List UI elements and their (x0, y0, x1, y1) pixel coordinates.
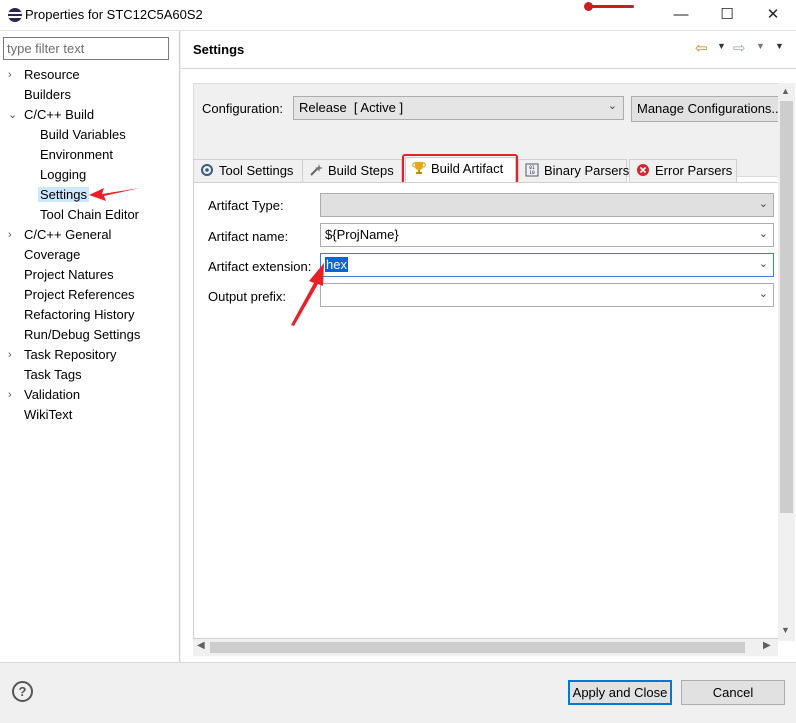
filter-input[interactable] (3, 37, 169, 60)
eclipse-icon (8, 8, 22, 22)
vertical-scrollbar[interactable]: ▲ ▼ (778, 83, 795, 641)
artifact-name-label: Artifact name: (208, 229, 289, 244)
build-artifact-panel: Artifact Type: ⌄ Artifact name: ${ProjNa… (193, 182, 779, 639)
apply-and-close-button[interactable]: Apply and Close (568, 680, 672, 705)
binary-icon: 01 10 (525, 163, 539, 177)
forward-dropdown-icon[interactable]: ▼ (756, 41, 765, 51)
minimize-button[interactable]: — (658, 0, 704, 30)
scroll-down-icon[interactable]: ▼ (781, 625, 790, 635)
tree-item-run-debug-settings[interactable]: Run/Debug Settings (24, 326, 140, 344)
chevron-right-icon[interactable]: › (8, 66, 18, 84)
chevron-down-icon: ⌄ (607, 100, 617, 112)
chevron-down-icon[interactable]: ⌄ (8, 106, 18, 124)
scroll-up-icon[interactable]: ▲ (781, 86, 790, 96)
artifact-type-label: Artifact Type: (208, 198, 284, 213)
title-bar: Properties for STC12C5A60S2 — ☐ ✕ (0, 0, 796, 31)
annotation-arrow-icon (89, 188, 140, 201)
forward-arrow-icon[interactable]: ⇨ (733, 39, 746, 57)
property-tree-pane: › Resource Builders ⌄ C/C++ Build Build … (0, 31, 180, 662)
output-prefix-label: Output prefix: (208, 289, 287, 304)
tree-item-project-natures[interactable]: Project Natures (24, 266, 114, 284)
tab-build-steps[interactable]: Build Steps (302, 159, 402, 182)
settings-pane: Settings ⇦ ▼ ⇨ ▼ ▼ Configuration: Releas… (181, 31, 796, 662)
tree-item-builders[interactable]: Builders (24, 86, 71, 104)
tab-tool-settings[interactable]: Tool Settings (193, 159, 303, 182)
back-dropdown-icon[interactable]: ▼ (717, 41, 726, 51)
artifact-name-field[interactable]: ${ProjName} ⌄ (320, 223, 774, 247)
scroll-left-icon[interactable]: ◀ (197, 640, 205, 651)
scrollbar-thumb[interactable] (210, 642, 745, 653)
scrollbar-thumb[interactable] (780, 101, 793, 513)
chevron-down-icon: ⌄ (758, 288, 768, 300)
view-menu-icon[interactable]: ▼ (775, 41, 784, 51)
cancel-button[interactable]: Cancel (681, 680, 785, 705)
configuration-value: Release [ Active ] (299, 100, 404, 115)
chevron-down-icon: ⌄ (758, 258, 768, 270)
window-title: Properties for STC12C5A60S2 (25, 7, 203, 22)
artifact-extension-field[interactable]: hex ⌄ (320, 253, 774, 277)
chevron-right-icon[interactable]: › (8, 386, 18, 404)
configuration-select[interactable]: Release [ Active ] ⌄ (293, 96, 624, 120)
svg-text:10: 10 (529, 170, 535, 176)
tree-item-project-references[interactable]: Project References (24, 286, 135, 304)
header-divider (181, 68, 796, 69)
gear-icon (201, 164, 213, 176)
configuration-label: Configuration: (202, 101, 283, 116)
tree-item-coverage[interactable]: Coverage (24, 246, 80, 264)
thermometer-icon (584, 2, 634, 12)
maximize-button[interactable]: ☐ (704, 0, 750, 30)
error-icon (637, 164, 649, 176)
dialog-button-bar: ? Apply and Close Cancel (0, 662, 796, 723)
tab-binary-parsers[interactable]: 01 10 Binary Parsers (518, 159, 629, 182)
tree-item-tool-chain-editor[interactable]: Tool Chain Editor (40, 206, 139, 224)
wand-icon (310, 164, 323, 176)
tree-item-logging[interactable]: Logging (40, 166, 86, 184)
page-title: Settings (193, 42, 245, 57)
tree-item-refactoring-history[interactable]: Refactoring History (24, 306, 135, 324)
tree-item-task-tags[interactable]: Task Tags (24, 366, 82, 384)
tree-item-build-variables[interactable]: Build Variables (40, 126, 126, 144)
tree-item-settings[interactable]: Settings (38, 186, 89, 204)
chevron-down-icon: ⌄ (758, 198, 768, 210)
tab-error-parsers[interactable]: Error Parsers (629, 159, 737, 182)
chevron-down-icon: ⌄ (758, 228, 768, 240)
tree-item-wikitext[interactable]: WikiText (24, 406, 72, 424)
manage-configurations-button[interactable]: Manage Configurations... (631, 96, 781, 122)
annotation-arrow-icon (291, 263, 324, 326)
horizontal-scrollbar[interactable]: ◀ ▶ (193, 639, 778, 656)
chevron-right-icon[interactable]: › (8, 346, 18, 364)
output-prefix-field[interactable]: ⌄ (320, 283, 774, 307)
artifact-type-select[interactable]: ⌄ (320, 193, 774, 217)
help-button[interactable]: ? (12, 681, 33, 702)
tree-item-environment[interactable]: Environment (40, 146, 113, 164)
annotation-highlight-box (402, 154, 518, 185)
chevron-right-icon[interactable]: › (8, 226, 18, 244)
back-arrow-icon[interactable]: ⇦ (695, 39, 708, 57)
scroll-right-icon[interactable]: ▶ (763, 640, 771, 651)
close-button[interactable]: ✕ (750, 0, 796, 30)
